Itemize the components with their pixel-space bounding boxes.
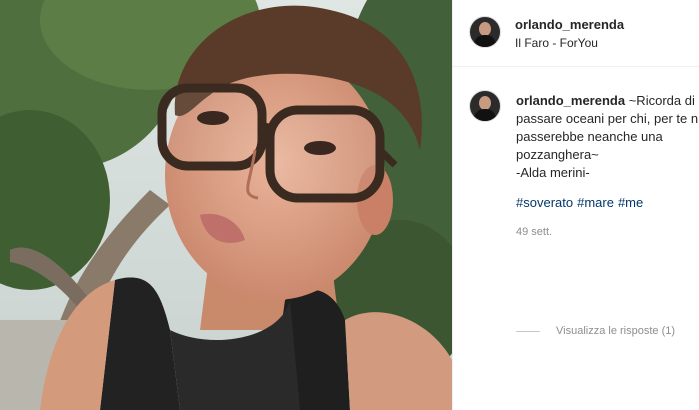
caption-line: ~Ricorda di bbox=[628, 93, 695, 108]
caption-line: -Alda merini- bbox=[516, 165, 590, 180]
avatar-face bbox=[479, 96, 491, 110]
view-replies-button[interactable]: Visualizza le risposte (1) bbox=[516, 325, 675, 337]
caption-line: pozzanghera~ bbox=[516, 147, 599, 162]
post-username[interactable]: orlando_merenda bbox=[515, 17, 624, 32]
post-details-panel: orlando_merenda Il Faro - ForYou orlando… bbox=[452, 0, 699, 410]
caption: orlando_merenda ~Ricorda di passare ocea… bbox=[516, 92, 699, 182]
avatar-face bbox=[479, 22, 491, 36]
comment-username[interactable]: orlando_merenda bbox=[516, 93, 625, 108]
avatar-body bbox=[474, 35, 496, 47]
selfie-image bbox=[0, 0, 452, 410]
hashtag-link[interactable]: #mare bbox=[577, 195, 614, 210]
view-replies-label: Visualizza le risposte (1) bbox=[556, 325, 676, 337]
replies-divider bbox=[516, 330, 540, 332]
comment-avatar[interactable] bbox=[469, 90, 501, 122]
caption-line: passare oceani per chi, per te n bbox=[516, 111, 699, 126]
hashtags: #soverato #mare #me bbox=[516, 195, 647, 210]
post-time[interactable]: 49 sett. bbox=[516, 226, 552, 238]
caption-line: passerebbe neanche una bbox=[516, 129, 663, 144]
avatar-body bbox=[474, 109, 496, 121]
post-header: orlando_merenda Il Faro - ForYou bbox=[453, 0, 699, 67]
post-location[interactable]: Il Faro - ForYou bbox=[515, 36, 598, 50]
avatar[interactable] bbox=[469, 16, 501, 48]
hashtag-link[interactable]: #soverato bbox=[516, 195, 573, 210]
hashtag-link[interactable]: #me bbox=[618, 195, 643, 210]
post-photo bbox=[0, 0, 452, 410]
